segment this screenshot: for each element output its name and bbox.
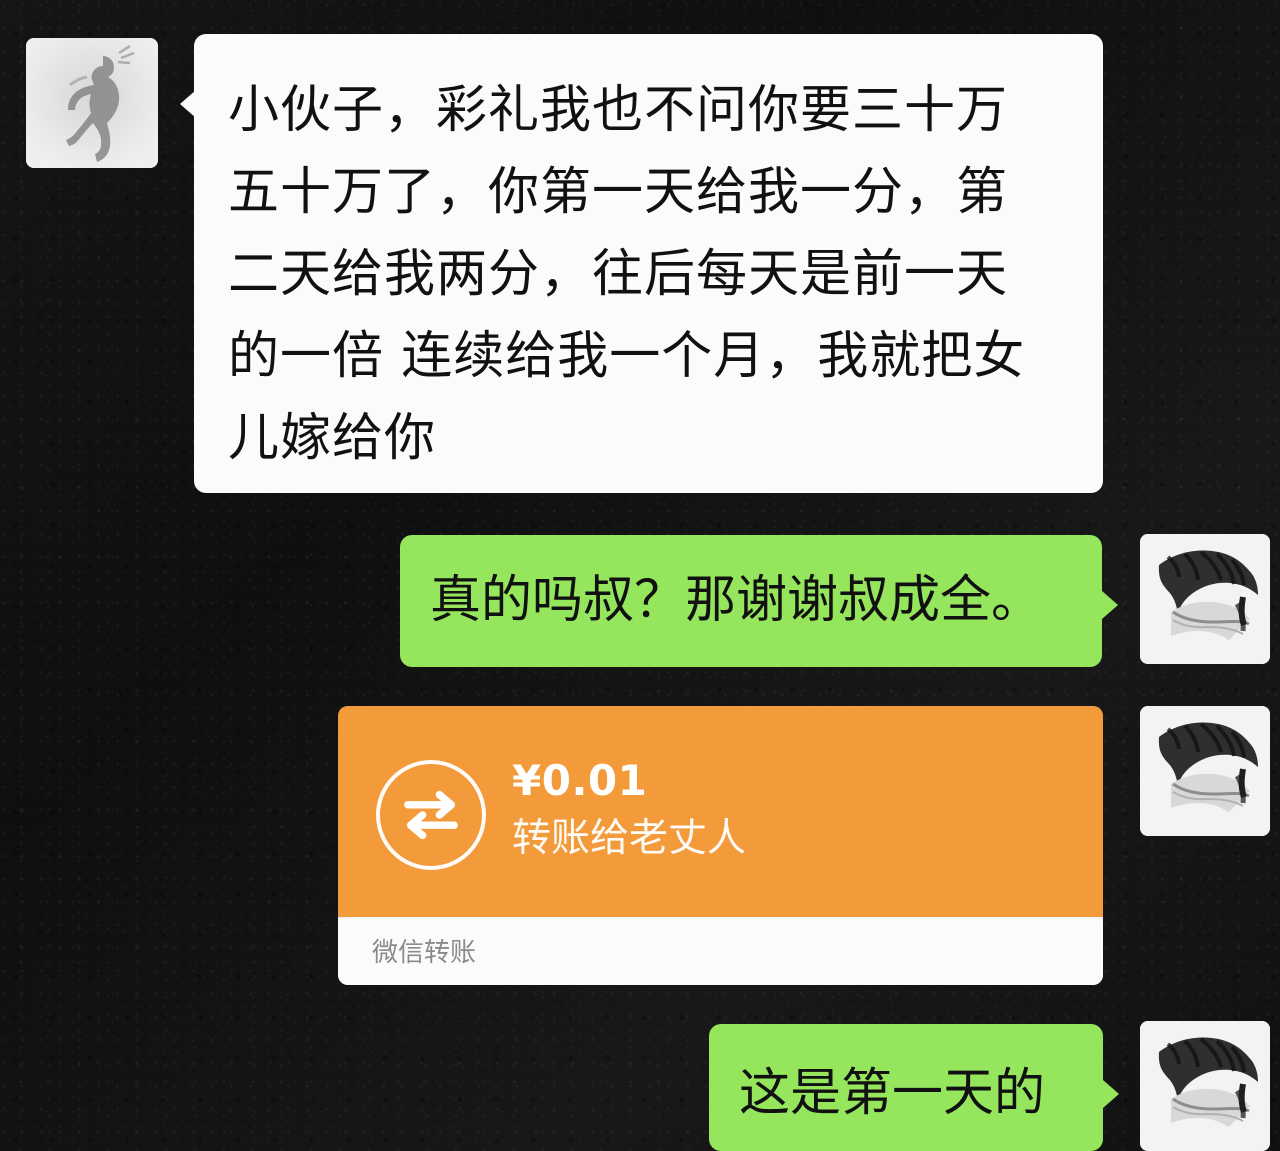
transfer-source: 微信转账 [372, 938, 477, 968]
transfer-arrows-icon [404, 790, 458, 840]
silhouette-avatar [26, 38, 158, 168]
sketch-avatar [1140, 706, 1270, 836]
sketch-avatar [1140, 1021, 1270, 1151]
incoming-message-bubble[interactable]: 小伙子，彩礼我也不问你要三十万 五十万了，你第一天给我一分，第 二天给我两分，往… [180, 34, 1103, 493]
sketch-avatar [1140, 534, 1270, 664]
user-avatar[interactable] [1140, 706, 1270, 836]
transfer-card-footer: 微信转账 [338, 917, 1103, 985]
outgoing-message-bubble[interactable]: 这是第一天的 [709, 1024, 1119, 1151]
transfer-icon [376, 760, 486, 870]
message-text: 小伙子，彩礼我也不问你要三十万 五十万了，你第一天给我一分，第 二天给我两分，往… [228, 81, 1026, 468]
message-text: 这是第一天的 [739, 1064, 1046, 1123]
transfer-message-card[interactable]: 微信转账 ¥0.01 转账给老丈人 [338, 706, 1103, 985]
message-text: 真的吗叔？那谢谢叔成全。 [430, 571, 1043, 630]
chat-screen: 小伙子，彩礼我也不问你要三十万 五十万了，你第一天给我一分，第 二天给我两分，往… [0, 0, 1280, 1151]
user-avatar[interactable] [1140, 1021, 1270, 1151]
outgoing-message-bubble[interactable]: 真的吗叔？那谢谢叔成全。 [400, 535, 1118, 667]
user-avatar[interactable] [1140, 534, 1270, 664]
contact-avatar[interactable] [26, 38, 158, 168]
transfer-amount: ¥0.01 [512, 756, 648, 805]
transfer-note: 转账给老丈人 [512, 816, 747, 861]
